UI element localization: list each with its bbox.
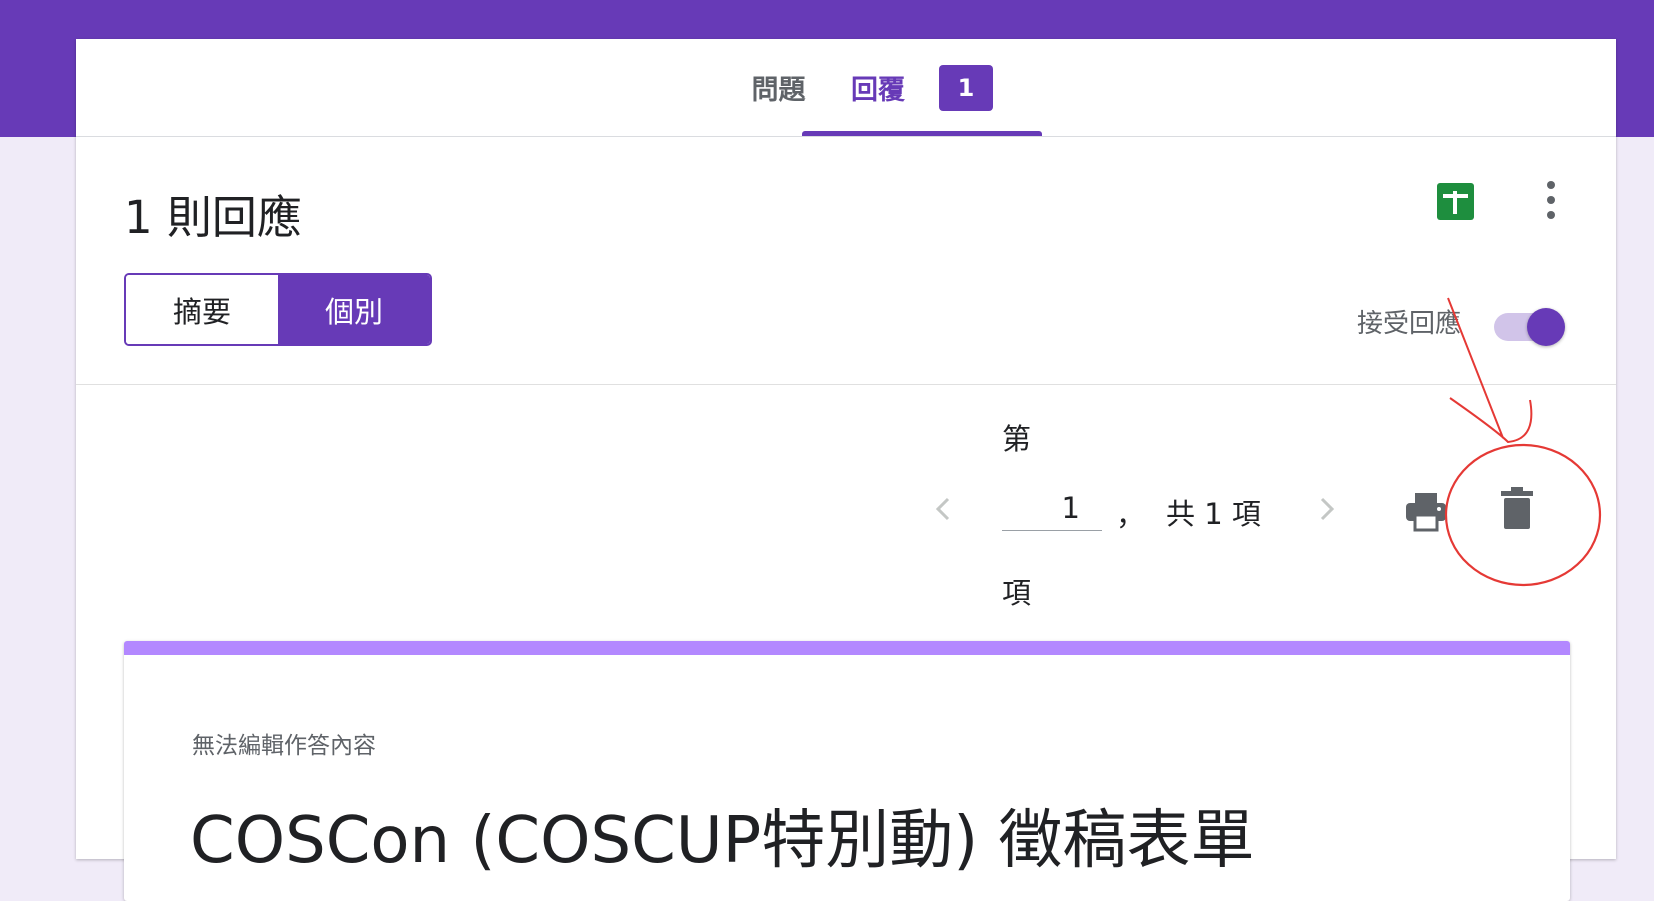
sheets-icon[interactable] [1437, 183, 1474, 220]
print-icon[interactable] [1404, 489, 1448, 533]
pager-suffix: 項 [1002, 576, 1032, 610]
accepting-responses-label: 接受回應 [1357, 309, 1462, 339]
pager-prefix: 第 [1002, 422, 1032, 456]
accepting-responses-toggle[interactable] [1494, 306, 1565, 348]
tab-bar: 問題 回覆 1 [76, 39, 1616, 137]
chevron-right-icon[interactable] [1312, 489, 1342, 529]
more-vert-icon[interactable] [1540, 179, 1562, 221]
response-count-title: 1 則回應 [124, 191, 302, 244]
tab-responses-label: 回覆 [851, 75, 905, 106]
responses-count-badge: 1 [939, 64, 993, 111]
tab-questions-label: 問題 [751, 75, 806, 106]
trash-icon[interactable] [1500, 487, 1534, 531]
responses-card: 問題 回覆 1 1 則回應 摘要 個別 接受回應 第 項 ， 共 1 項 [76, 39, 1616, 901]
page-number-input[interactable] [1002, 485, 1102, 531]
summary-view-button[interactable]: 摘要 [126, 275, 278, 344]
section-divider [76, 384, 1616, 385]
individual-view-button[interactable]: 個別 [278, 275, 430, 344]
pager-comma: ， [1116, 498, 1146, 532]
form-title: COSCon (COSCUP特別動) 徵稿表單 [190, 804, 1255, 878]
response-sheet: 無法編輯作答內容 COSCon (COSCUP特別動) 徵稿表單 [124, 641, 1570, 901]
active-tab-indicator [802, 131, 1042, 136]
tab-responses[interactable]: 回覆 1 [802, 39, 1042, 136]
toggle-thumb [1527, 308, 1565, 346]
cannot-edit-notice: 無法編輯作答內容 [192, 733, 376, 759]
pager-total: 共 1 項 [1166, 497, 1261, 531]
chevron-left-icon[interactable] [928, 489, 958, 529]
view-toggle: 摘要 個別 [124, 273, 432, 346]
sheet-accent-bar [124, 641, 1570, 655]
